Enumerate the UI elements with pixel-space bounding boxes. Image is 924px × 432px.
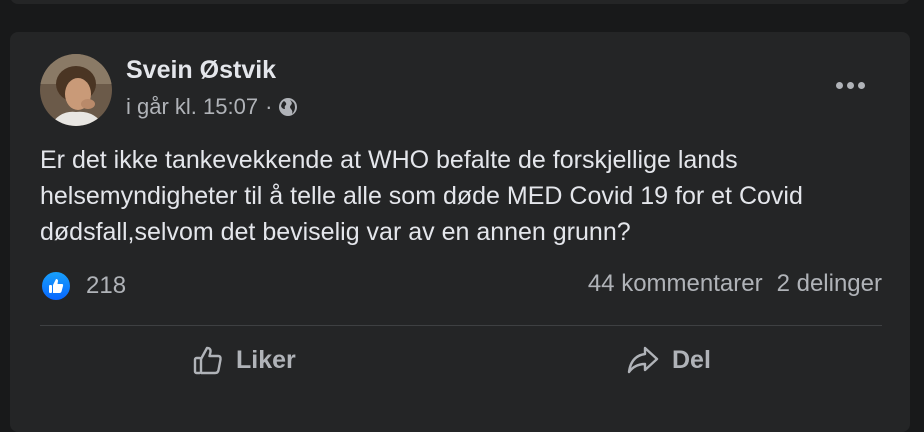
share-button[interactable]: Del bbox=[626, 340, 711, 380]
dot-3 bbox=[857, 81, 865, 89]
meta-separator: · bbox=[265, 94, 273, 119]
like-label: Liker bbox=[236, 345, 296, 374]
globe-icon bbox=[278, 97, 298, 117]
share-arrow-icon bbox=[626, 344, 660, 376]
more-options-button[interactable] bbox=[828, 70, 872, 100]
post-stats: 44 kommentarer 2 delinger bbox=[588, 270, 882, 298]
divider bbox=[40, 325, 882, 326]
post-meta: i går kl. 15:07 · bbox=[126, 94, 298, 120]
reactions-summary[interactable]: 218 bbox=[40, 270, 126, 302]
post-text: Er det ikke tankevekkende at WHO befalte… bbox=[40, 146, 803, 246]
thumbs-up-icon bbox=[40, 270, 72, 302]
like-button[interactable]: Liker bbox=[192, 340, 296, 380]
share-label: Del bbox=[672, 345, 711, 374]
comments-count[interactable]: 44 kommentarer bbox=[588, 270, 763, 298]
thumbs-up-outline-icon bbox=[192, 344, 224, 376]
avatar[interactable] bbox=[40, 54, 112, 126]
post-card: Svein Østvik i går kl. 15:07 · Er det ik… bbox=[10, 32, 910, 432]
reaction-count: 218 bbox=[86, 272, 127, 299]
previous-post-card bbox=[10, 0, 910, 4]
post-timestamp[interactable]: i går kl. 15:07 bbox=[126, 94, 258, 120]
dot-1 bbox=[835, 81, 843, 89]
author-name[interactable]: Svein Østvik bbox=[126, 56, 276, 85]
dot-2 bbox=[846, 81, 854, 89]
shares-count[interactable]: 2 delinger bbox=[777, 270, 882, 298]
